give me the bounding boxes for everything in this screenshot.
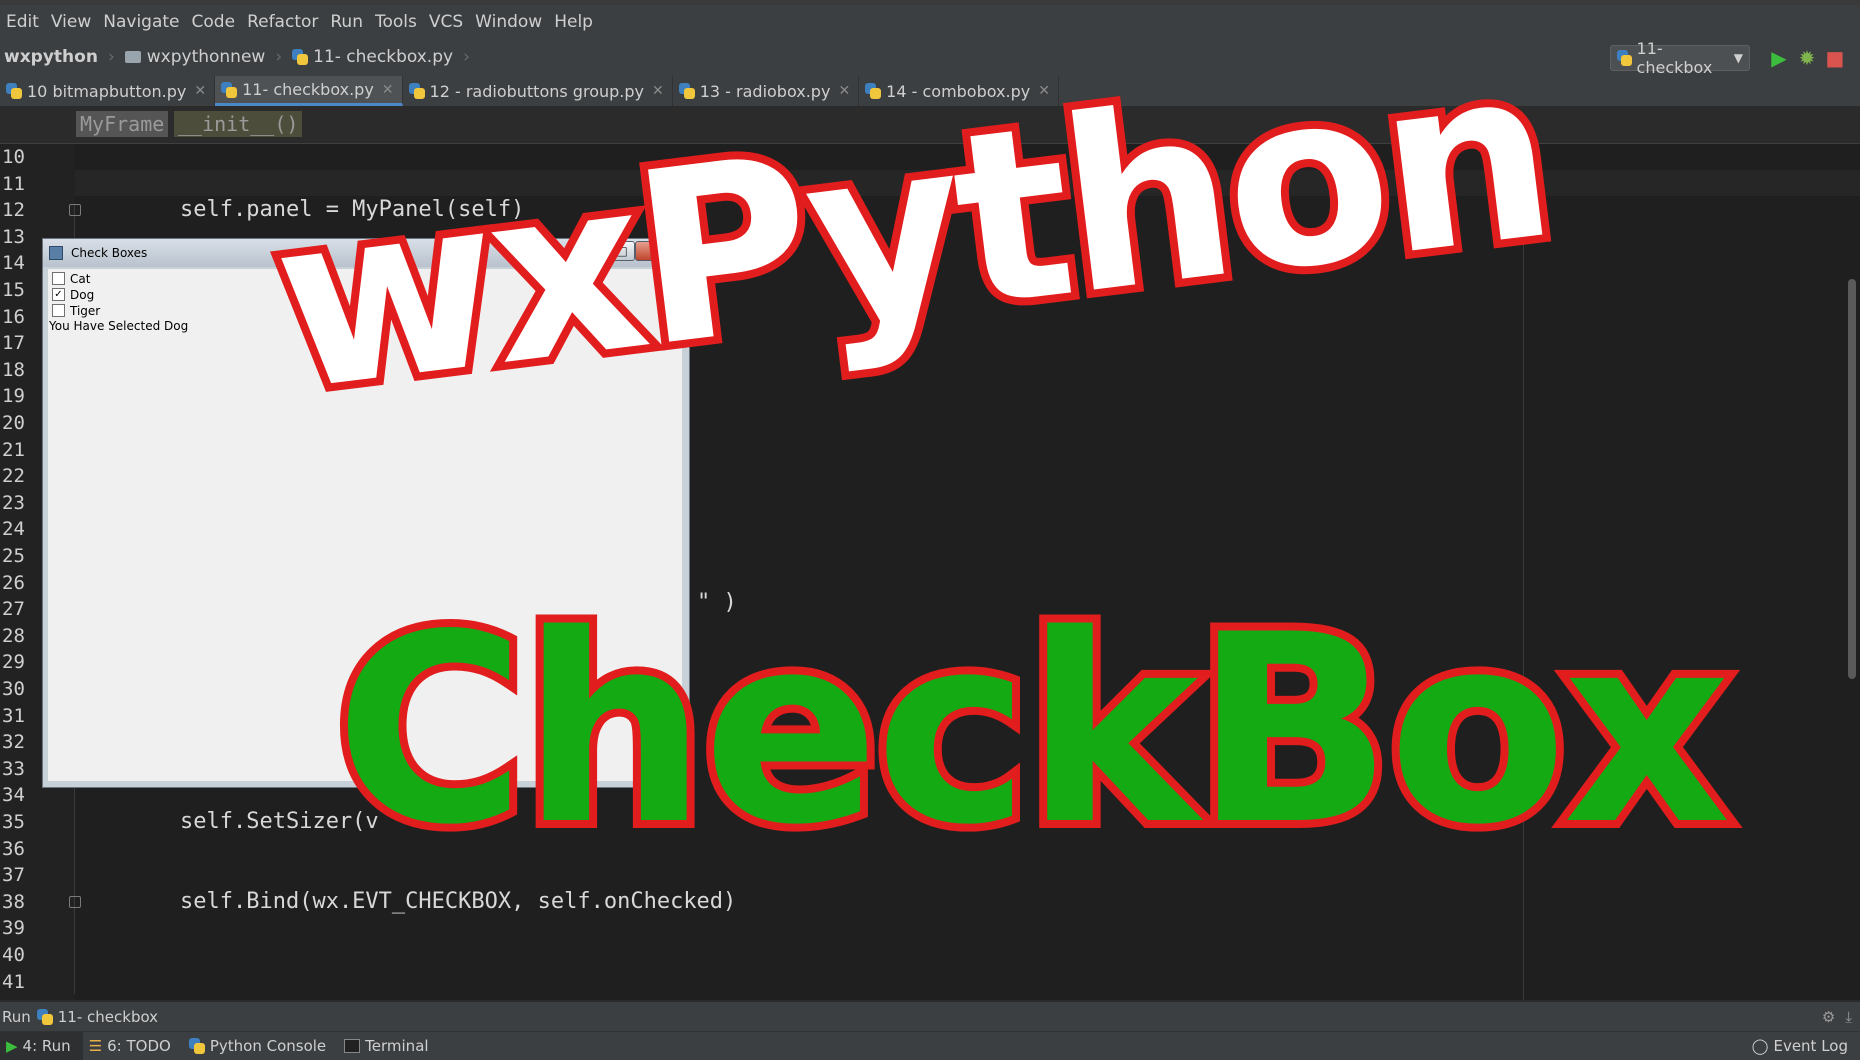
- menu-tools[interactable]: Tools: [369, 12, 423, 32]
- tab-bitmapbutton[interactable]: 10 bitmapbutton.py ✕: [0, 76, 216, 106]
- menu-edit[interactable]: Edit: [0, 12, 45, 32]
- python-file-icon: [408, 83, 425, 99]
- nav-file-label: 11- checkbox.py: [313, 47, 454, 67]
- close-icon[interactable]: ✕: [838, 83, 850, 99]
- checkbox-dog[interactable]: ✓ Dog: [52, 287, 94, 302]
- line-number: 37: [2, 864, 25, 887]
- nav-project[interactable]: wxpython: [0, 47, 102, 67]
- fold-marker-icon[interactable]: [69, 204, 81, 216]
- checkbox-label: Cat: [70, 271, 91, 286]
- folder-icon: [124, 51, 141, 63]
- debug-bug-icon[interactable]: ✹: [1796, 46, 1818, 70]
- toolwindow-python-console[interactable]: Python Console: [183, 1032, 338, 1060]
- menu-navigate[interactable]: Navigate: [97, 12, 185, 32]
- toolwindow-run[interactable]: ▶ 4: Run: [0, 1032, 83, 1060]
- close-icon[interactable]: ✕: [652, 83, 664, 99]
- dropdown-arrow-icon: ▼: [1733, 51, 1743, 65]
- menu-code[interactable]: Code: [186, 12, 242, 32]
- checkbox-label: Tiger: [70, 303, 101, 318]
- run-header-label: Run: [2, 1008, 31, 1026]
- navigation-bar: wxpython › wxpythonnew › 11- checkbox.py…: [0, 39, 1860, 76]
- menu-bar: Edit View Navigate Code Refactor Run Too…: [0, 5, 1860, 39]
- run-play-icon: ▶: [6, 1037, 18, 1055]
- menu-run[interactable]: Run: [324, 12, 369, 32]
- menu-view[interactable]: View: [45, 12, 97, 32]
- checkbox-box[interactable]: ✓: [52, 288, 65, 301]
- line-number: 38: [2, 890, 25, 913]
- app-icon: [49, 246, 63, 260]
- line-number: 35: [2, 811, 25, 833]
- toolwindow-console-label: Python Console: [209, 1037, 327, 1055]
- tool-window-bar: ▶ 4: Run ☰ 6: TODO Python Console Termin…: [0, 1031, 1860, 1060]
- run-configuration-select[interactable]: 11- checkbox ▼: [1610, 39, 1750, 77]
- hide-icon[interactable]: ⤓: [1845, 1008, 1852, 1026]
- run-config-label: 11- checkbox: [1636, 39, 1713, 77]
- checkbox-box[interactable]: [52, 304, 65, 317]
- python-console-icon: [188, 1038, 205, 1054]
- tab-label: 10 bitmapbutton.py: [27, 81, 187, 101]
- chevron-right-icon: ›: [463, 47, 470, 67]
- python-file-icon: [221, 81, 238, 98]
- breadcrumb-class[interactable]: MyFrame: [76, 111, 169, 137]
- toolwindow-run-label: 4: Run: [22, 1037, 71, 1055]
- line-code: self.Bind(wx.EVT_CHECKBOX, self.onChecke…: [180, 888, 737, 914]
- nav-file[interactable]: 11- checkbox.py: [288, 47, 457, 67]
- stop-icon[interactable]: ■: [1824, 46, 1846, 70]
- checkbox-label: Dog: [70, 287, 95, 302]
- run-toolwindow-header: Run 11- checkbox ⚙ ⤓: [0, 1001, 1860, 1032]
- event-log[interactable]: ◯ Event Log: [1746, 1032, 1860, 1060]
- toolwindow-todo-label: 6: TODO: [107, 1037, 171, 1055]
- selection-status-text: You Have Selected Dog: [49, 319, 189, 333]
- line-number: 11: [2, 172, 25, 195]
- todo-icon: ☰: [88, 1037, 103, 1055]
- python-file-icon: [36, 1009, 53, 1025]
- toolwindow-terminal[interactable]: Terminal: [338, 1032, 440, 1060]
- fold-marker-icon[interactable]: [69, 896, 81, 908]
- line-number: 40: [2, 944, 25, 966]
- tab-label: 12 - radiobuttons group.py: [429, 81, 644, 101]
- checkbox-cat[interactable]: Cat: [52, 271, 90, 286]
- tab-checkbox[interactable]: 11- checkbox.py ✕: [215, 76, 403, 106]
- breadcrumb-method[interactable]: __init__(): [174, 111, 303, 137]
- nav-folder[interactable]: wxpythonnew: [121, 47, 270, 67]
- menu-vcs[interactable]: VCS: [423, 12, 469, 32]
- overlay-title-checkbox: CheckBox: [327, 572, 1739, 890]
- event-log-label: Event Log: [1773, 1037, 1848, 1055]
- toolwindow-terminal-label: Terminal: [365, 1037, 429, 1055]
- tab-label: 13 - radiobox.py: [699, 81, 831, 101]
- tab-label: 11- checkbox.py: [242, 80, 374, 99]
- window-title: Check Boxes: [71, 246, 148, 260]
- nav-folder-label: wxpythonnew: [146, 47, 266, 67]
- close-icon[interactable]: ✕: [382, 82, 394, 98]
- run-header-config[interactable]: 11- checkbox: [58, 1008, 158, 1026]
- menu-refactor[interactable]: Refactor: [241, 12, 324, 32]
- close-icon[interactable]: ✕: [194, 83, 206, 99]
- gear-icon[interactable]: ⚙: [1822, 1008, 1835, 1026]
- line-number: 10: [2, 146, 25, 168]
- python-file-icon: [292, 49, 309, 65]
- event-log-icon: ◯: [1751, 1037, 1769, 1055]
- checkbox-tiger[interactable]: Tiger: [52, 303, 100, 318]
- line-number: 41: [2, 970, 25, 993]
- line-number: 39: [2, 917, 25, 940]
- line-number: 36: [2, 837, 25, 860]
- checkbox-box[interactable]: [52, 272, 65, 285]
- tab-radiobuttons-group[interactable]: 12 - radiobuttons group.py ✕: [403, 76, 673, 106]
- python-file-icon: [6, 83, 22, 99]
- run-play-icon[interactable]: ▶: [1768, 46, 1790, 70]
- menu-window[interactable]: Window: [469, 12, 548, 32]
- chevron-right-icon: ›: [107, 47, 115, 67]
- terminal-icon: [344, 1039, 361, 1053]
- editor-scrollbar[interactable]: [1848, 279, 1856, 679]
- python-run-config-icon: [1617, 50, 1632, 66]
- python-file-icon: [678, 83, 695, 99]
- menu-help[interactable]: Help: [548, 12, 599, 32]
- toolwindow-todo[interactable]: ☰ 6: TODO: [83, 1032, 183, 1060]
- line-number: 12: [2, 199, 25, 222]
- chevron-right-icon: ›: [275, 47, 283, 67]
